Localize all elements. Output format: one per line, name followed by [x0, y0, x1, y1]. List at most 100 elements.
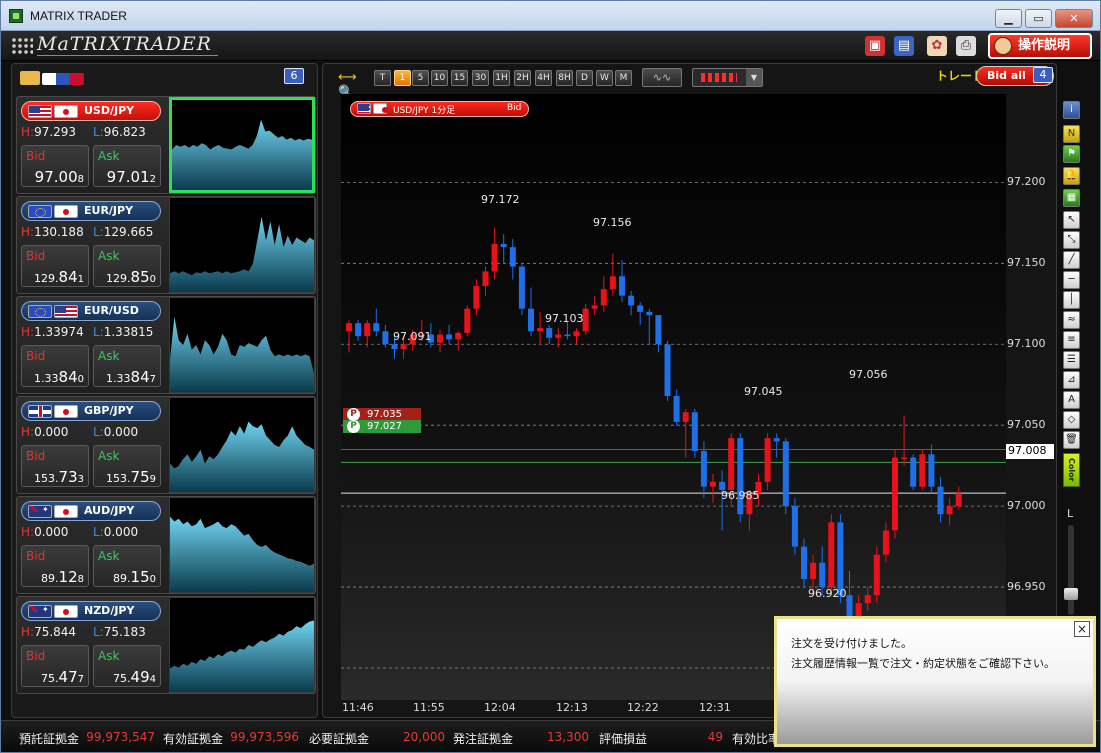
hline-icon[interactable]: ─ — [1063, 271, 1080, 289]
print-icon[interactable]: ⎙ — [956, 36, 976, 56]
mini-chart[interactable] — [169, 397, 315, 493]
eraser-icon[interactable]: ◇ — [1063, 411, 1080, 429]
ask-price-button[interactable]: Ask 75.494 — [93, 645, 161, 687]
popup-close-button[interactable]: × — [1074, 621, 1090, 637]
close-button[interactable]: ✕ — [1055, 9, 1093, 28]
mini-chart-svg — [170, 516, 314, 592]
mini-chart[interactable] — [169, 197, 315, 293]
timeframe-button-8h[interactable]: 8H — [556, 70, 573, 86]
pair-card-eur-jpy[interactable]: EUR/JPY H:130.188 L:129.665 Bid 129.841 Ask 12… — [16, 196, 316, 294]
chart-panel-badge[interactable]: 4 — [1033, 67, 1053, 83]
parallel-icon[interactable]: ☰ — [1063, 351, 1080, 369]
candle-type-select[interactable]: ▼ — [692, 68, 763, 87]
candle — [582, 303, 589, 335]
main-toolbar: MaTRIXTRADER ▣ ▤ ✿ ⎙ 操作説明 — [1, 31, 1100, 61]
timeframe-button-15[interactable]: 15 — [451, 70, 468, 86]
ask-price-main: 15 — [130, 568, 150, 586]
fan-icon[interactable]: ⊿ — [1063, 371, 1080, 389]
chevron-down-icon: ▼ — [746, 69, 762, 86]
pair-label[interactable]: NZD/JPY — [21, 601, 161, 621]
minimize-button[interactable]: ▁ — [995, 9, 1022, 28]
mini-chart[interactable] — [169, 297, 315, 393]
mini-chart[interactable] — [169, 497, 315, 593]
mini-chart-area — [172, 119, 312, 190]
bid-price-button[interactable]: Bid 153.733 — [21, 445, 89, 487]
flag-icon[interactable]: ⚑ — [1063, 145, 1080, 163]
timeframe-button-t[interactable]: T — [374, 70, 391, 86]
ask-price-button[interactable]: Ask 89.150 — [93, 545, 161, 587]
text-tool-icon[interactable]: A — [1063, 391, 1080, 409]
ask-price-button[interactable]: Ask 1.33847 — [93, 345, 161, 387]
mini-chart[interactable] — [169, 97, 315, 193]
pair-label[interactable]: AUD/JPY — [21, 501, 161, 521]
zoom-tool-icon[interactable]: ⤡ — [1063, 231, 1080, 249]
alert-icon[interactable]: 🔔 — [1063, 167, 1080, 185]
position-badge-icon: P — [347, 420, 360, 433]
folder-icon[interactable] — [20, 71, 40, 85]
timeframe-button-10[interactable]: 10 — [431, 70, 448, 86]
rate-panel-badge[interactable]: 6 — [284, 68, 304, 84]
save-icon[interactable]: ▤ — [894, 36, 914, 56]
timeframe-button-1h[interactable]: 1H — [493, 70, 510, 86]
scale-slider[interactable] — [1068, 525, 1074, 615]
bid-price-prefix: 153. — [34, 472, 59, 485]
chart-legend-pair: USD/JPY 1分足 — [393, 106, 456, 116]
pair-card-eur-usd[interactable]: EUR/USD H:1.33974 L:1.33815 Bid 1.33840 Ask 1.… — [16, 296, 316, 394]
maximize-button[interactable]: ▭ — [1025, 9, 1052, 28]
candle — [382, 324, 389, 348]
color-button[interactable]: Color — [1063, 453, 1080, 487]
timeframe-button-m[interactable]: M — [615, 70, 632, 86]
ask-price-button[interactable]: Ask 129.850 — [93, 245, 161, 287]
pair-card-nzd-jpy[interactable]: NZD/JPYH:75.844L:75.183Bid75.477Ask75.49… — [16, 596, 316, 694]
fibonacci-icon[interactable]: ≈ — [1063, 311, 1080, 329]
vline-icon[interactable]: │ — [1063, 291, 1080, 309]
candle — [801, 538, 807, 588]
timeframe-button-4h[interactable]: 4H — [535, 70, 552, 86]
indicator-icon[interactable]: ▦ — [1063, 189, 1080, 207]
wave-chart-icon[interactable]: ∿∿ — [642, 68, 682, 87]
timeframe-button-2h[interactable]: 2H — [514, 70, 531, 86]
position-tag-buy[interactable]: P 97.027 — [343, 420, 421, 433]
scale-slider-thumb[interactable] — [1064, 588, 1078, 600]
zoom-icon[interactable]: ⟷🔍 — [338, 70, 362, 100]
mini-chart[interactable] — [169, 597, 315, 693]
timeframe-button-w[interactable]: W — [596, 70, 613, 86]
bid-price-button[interactable]: Bid 97.008 — [21, 145, 89, 187]
ask-price-button[interactable]: Ask 153.759 — [93, 445, 161, 487]
trendline-icon[interactable]: ╱ — [1063, 251, 1080, 269]
news-icon[interactable]: N — [1063, 125, 1080, 143]
pair-card-gbp-jpy[interactable]: GBP/JPY H:0.000 L:0.000 Bid 153.733 Ask 153.75… — [16, 396, 316, 494]
toolbox-icon[interactable]: ▣ — [865, 36, 885, 56]
pair-label[interactable]: EUR/JPY — [21, 201, 161, 221]
pair-label[interactable]: USD/JPY — [21, 101, 161, 121]
bid-price-button[interactable]: Bid 89.128 — [21, 545, 89, 587]
price-callout: 96.920 — [808, 587, 847, 600]
trash-icon[interactable]: 🗑 — [1063, 431, 1080, 449]
cursor-icon[interactable]: ↖ — [1063, 211, 1080, 229]
candle — [782, 438, 789, 515]
bid-price-button[interactable]: Bid 75.477 — [21, 645, 89, 687]
chart-legend-side: Bid — [507, 103, 522, 113]
us-flag-icon — [54, 305, 78, 318]
palette-icon[interactable]: ✿ — [927, 36, 947, 56]
pair-label[interactable]: EUR/USD — [21, 301, 161, 321]
currency-flags-icon[interactable] — [42, 73, 84, 85]
bid-price-prefix: 1.33 — [34, 372, 59, 385]
window-title: MATRIX TRADER — [30, 9, 127, 23]
channel-icon[interactable]: ≡ — [1063, 331, 1080, 349]
status-label: 評価損益 — [599, 732, 648, 746]
candlestick-chart[interactable] — [341, 94, 1006, 700]
pair-card-aud-jpy[interactable]: AUD/JPYH:0.000L:0.000Bid89.128Ask89.150 — [16, 496, 316, 594]
timeframe-button-1[interactable]: 1 — [394, 70, 411, 86]
timeframe-button-5[interactable]: 5 — [412, 70, 429, 86]
timeframe-button-30[interactable]: 30 — [472, 70, 489, 86]
timeframe-button-d[interactable]: D — [576, 70, 593, 86]
pair-card-usd-jpy[interactable]: USD/JPY H:97.293 L:96.823 Bid 97.008 Ask 97.01… — [16, 96, 316, 194]
bid-price-button[interactable]: Bid 1.33840 — [21, 345, 89, 387]
pair-label[interactable]: GBP/JPY — [21, 401, 161, 421]
bid-price-prefix: 75. — [41, 672, 59, 685]
help-button[interactable]: 操作説明 — [988, 33, 1092, 59]
bid-price-button[interactable]: Bid 129.841 — [21, 245, 89, 287]
info-icon[interactable]: i — [1063, 101, 1080, 119]
ask-price-button[interactable]: Ask 97.012 — [93, 145, 161, 187]
